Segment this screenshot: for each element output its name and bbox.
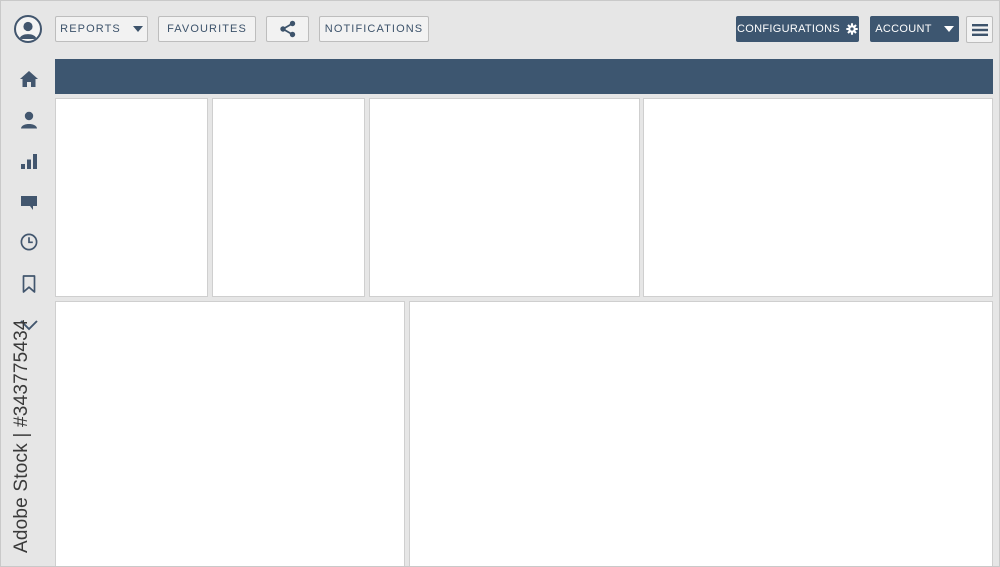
hamburger-menu-icon: [971, 23, 988, 36]
user-icon: [21, 111, 37, 129]
chevron-down-icon: [943, 26, 954, 32]
reports-dropdown-button[interactable]: REPORTS: [55, 16, 148, 42]
favourites-label: FAVOURITES: [167, 23, 247, 35]
bar-chart-icon: [21, 154, 37, 169]
account-label: ACCOUNT: [875, 23, 932, 35]
gear-icon: [846, 23, 858, 35]
app-window: REPORTS FAVOURITES NOTIFICATIONS CONFIGU…: [0, 0, 1000, 567]
configurations-label: CONFIGURATIONS: [737, 23, 840, 35]
sidebar-item-history[interactable]: [17, 230, 41, 254]
chat-icon: [21, 196, 37, 210]
header-banner: [55, 59, 993, 94]
sidebar-item-messages[interactable]: [17, 190, 41, 214]
sidebar-item-profile[interactable]: [17, 108, 41, 132]
dashboard-panel: [643, 98, 993, 297]
user-avatar-icon[interactable]: [14, 15, 42, 43]
sidebar-item-home[interactable]: [17, 67, 41, 91]
chevron-down-icon: [132, 26, 143, 32]
dashboard-panel: [212, 98, 365, 297]
favourites-button[interactable]: FAVOURITES: [158, 16, 256, 42]
hamburger-menu-button[interactable]: [966, 16, 993, 43]
dashboard-panel: [369, 98, 640, 297]
reports-label: REPORTS: [60, 23, 121, 35]
clock-icon: [20, 233, 38, 251]
share-icon: [279, 20, 295, 38]
share-button[interactable]: [266, 16, 309, 42]
account-dropdown-button[interactable]: ACCOUNT: [870, 16, 959, 42]
notifications-button[interactable]: NOTIFICATIONS: [319, 16, 429, 42]
home-icon: [20, 71, 38, 87]
configurations-button[interactable]: CONFIGURATIONS: [736, 16, 859, 42]
notifications-label: NOTIFICATIONS: [324, 23, 424, 35]
bookmark-icon: [22, 275, 36, 293]
stock-watermark-text: Adobe Stock | #343775434: [11, 319, 32, 553]
sidebar-item-bookmarks[interactable]: [17, 272, 41, 296]
dashboard-panel: [409, 301, 993, 566]
sidebar-item-reports[interactable]: [17, 149, 41, 173]
dashboard-panel: [55, 301, 405, 566]
dashboard-panel: [55, 98, 208, 297]
